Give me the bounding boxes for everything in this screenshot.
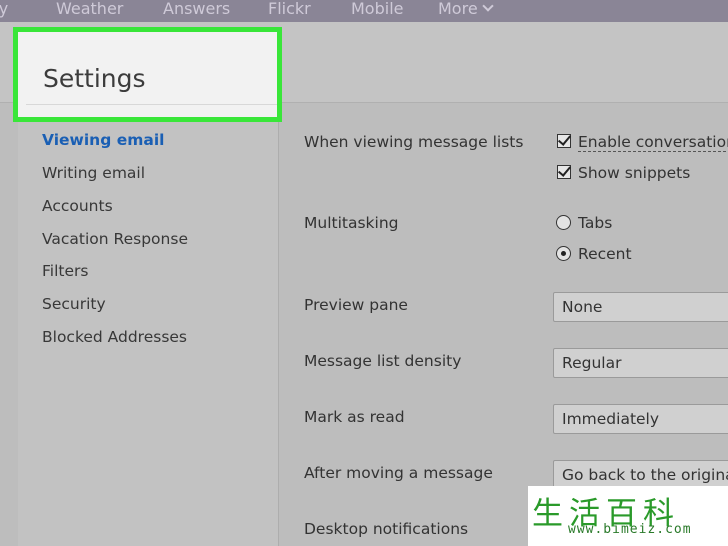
- nav-item-mobile[interactable]: Mobile: [351, 0, 403, 18]
- desktop-notifications-label: Desktop notifications: [304, 520, 469, 538]
- preview-pane-label: Preview pane: [304, 296, 408, 314]
- sidebar-item-viewing-email[interactable]: Viewing email: [42, 131, 164, 149]
- top-navigation-bar: ity Weather Answers Flickr Mobile More: [0, 0, 728, 22]
- yahoo-mail-settings-page: ity Weather Answers Flickr Mobile More V…: [0, 0, 728, 546]
- settings-header-highlight: Settings: [13, 27, 282, 122]
- enable-conversation-label[interactable]: Enable conversation: [578, 133, 728, 152]
- page-title: Settings: [43, 64, 146, 93]
- message-list-density-label: Message list density: [304, 352, 462, 370]
- settings-sidebar: Viewing email Writing email Accounts Vac…: [18, 118, 279, 546]
- watermark: 生活百科 www.bimeiz.com: [528, 486, 728, 546]
- multitasking-label: Multitasking: [304, 214, 399, 232]
- nav-item-answers[interactable]: Answers: [163, 0, 230, 18]
- recent-radio[interactable]: [556, 246, 571, 261]
- show-snippets-label[interactable]: Show snippets: [578, 164, 690, 182]
- mark-as-read-label: Mark as read: [304, 408, 405, 426]
- recent-radio-label[interactable]: Recent: [578, 245, 632, 263]
- message-lists-label: When viewing message lists: [304, 133, 524, 151]
- nav-item-more[interactable]: More: [438, 0, 494, 18]
- tabs-radio-label[interactable]: Tabs: [578, 214, 612, 232]
- message-list-density-select[interactable]: Regular: [553, 348, 728, 378]
- nav-item-partial[interactable]: ity: [0, 0, 8, 18]
- sidebar-item-security[interactable]: Security: [42, 295, 106, 313]
- mark-as-read-select[interactable]: Immediately: [553, 404, 728, 434]
- enable-conversation-checkbox[interactable]: [557, 134, 571, 148]
- chevron-down-icon: [482, 0, 494, 12]
- nav-item-flickr[interactable]: Flickr: [268, 0, 311, 18]
- divider: [26, 104, 277, 105]
- sidebar-item-blocked-addresses[interactable]: Blocked Addresses: [42, 328, 187, 346]
- nav-item-weather[interactable]: Weather: [56, 0, 123, 18]
- sidebar-item-accounts[interactable]: Accounts: [42, 197, 113, 215]
- sidebar-item-writing-email[interactable]: Writing email: [42, 164, 145, 182]
- show-snippets-checkbox[interactable]: [557, 165, 571, 179]
- sidebar-item-filters[interactable]: Filters: [42, 262, 88, 280]
- after-moving-label: After moving a message: [304, 464, 493, 482]
- sidebar-item-vacation-response[interactable]: Vacation Response: [42, 230, 188, 248]
- nav-more-label: More: [438, 0, 478, 18]
- watermark-url: www.bimeiz.com: [568, 522, 692, 537]
- tabs-radio[interactable]: [556, 215, 571, 230]
- preview-pane-select[interactable]: None: [553, 292, 728, 322]
